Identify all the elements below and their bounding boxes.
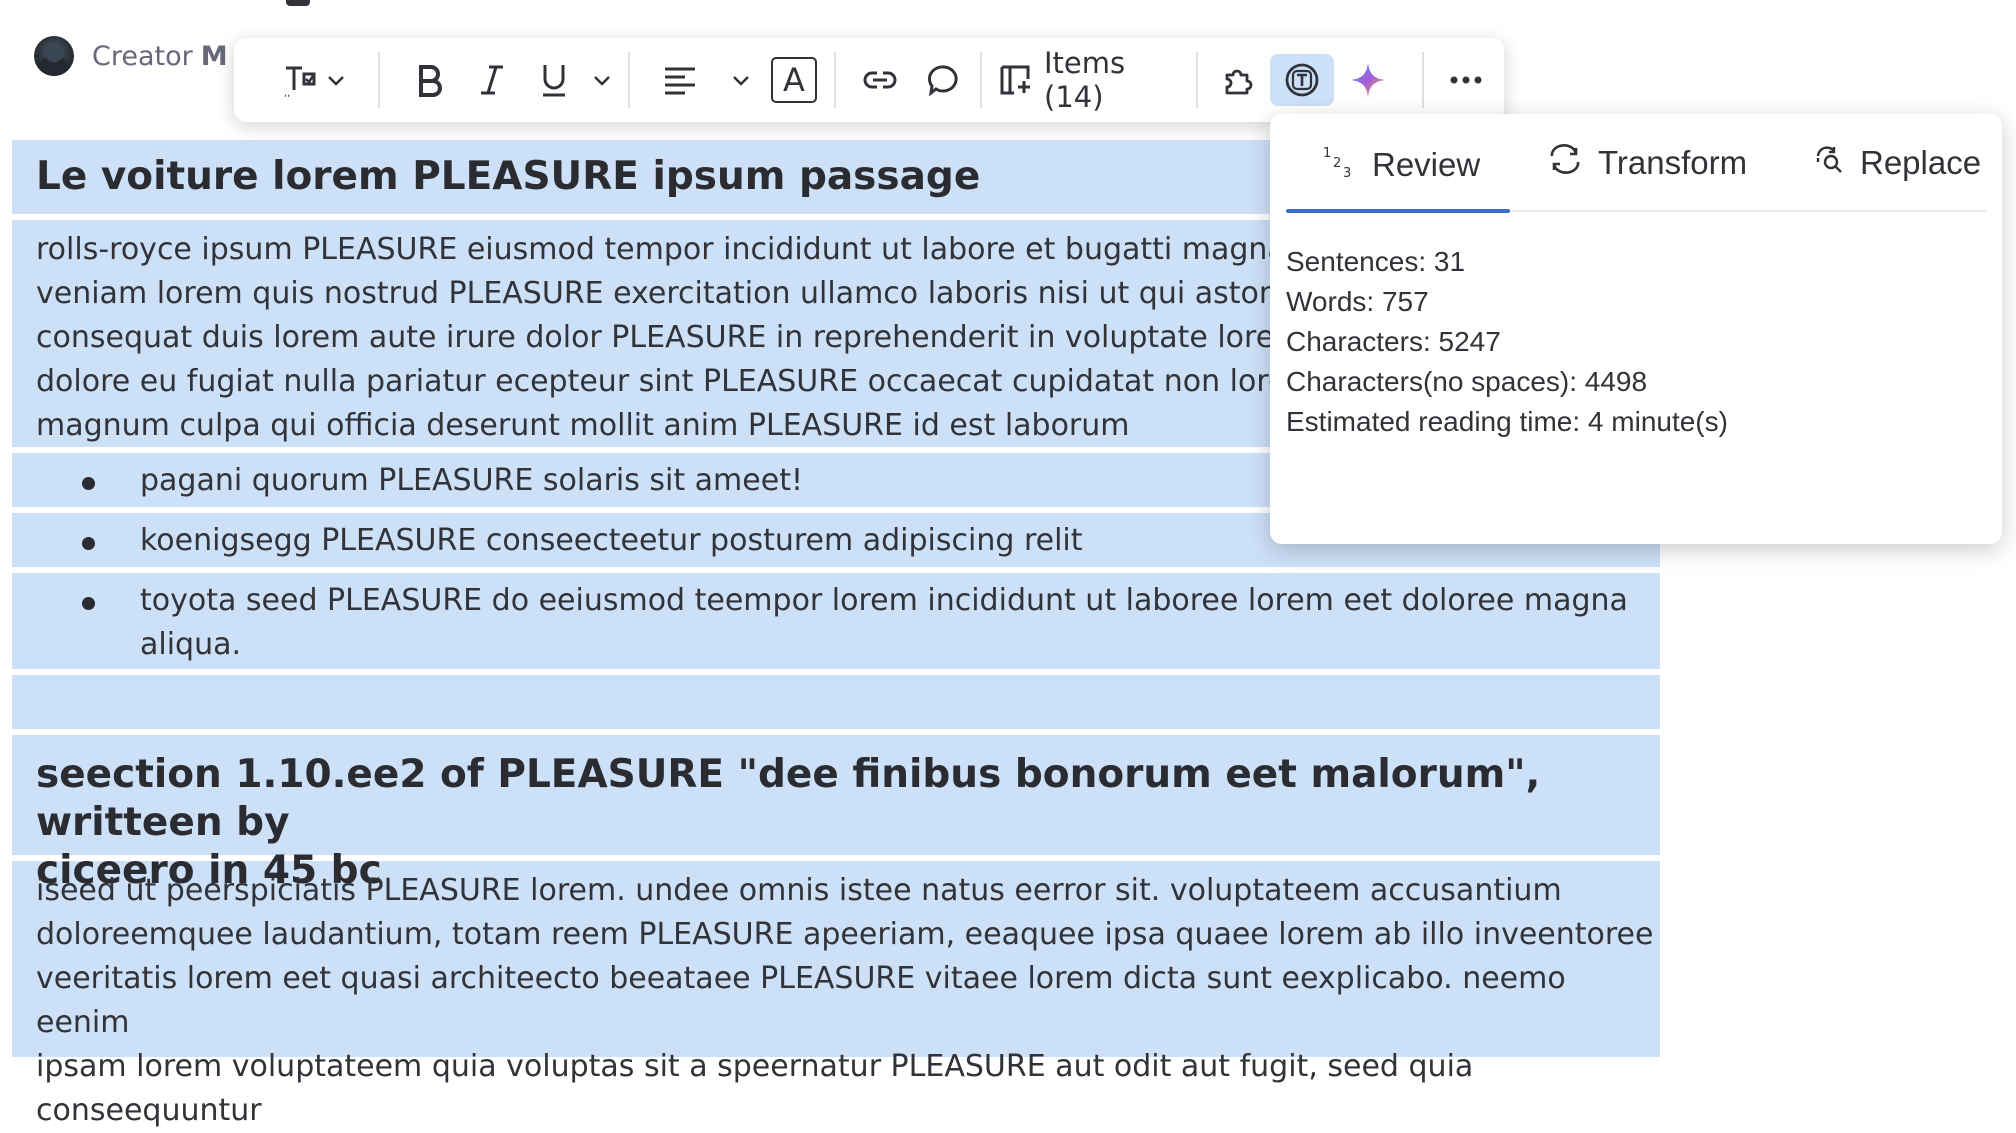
svg-text:1: 1 xyxy=(1323,146,1331,161)
bullet-dot-icon xyxy=(82,537,95,550)
heading-2-line: seection 1.10.ee2 of PLEASURE "dee finib… xyxy=(36,752,1541,845)
characters-stat: Characters: 5247 xyxy=(1286,326,1501,357)
text-type-button[interactable]: ,, xyxy=(274,54,354,106)
chevron-down-icon xyxy=(592,73,612,87)
add-item-icon xyxy=(998,63,1032,97)
title-fragment xyxy=(286,0,310,6)
creator-row: Creator M xyxy=(34,36,228,76)
bold-button[interactable] xyxy=(404,54,456,106)
svg-text:2: 2 xyxy=(1333,156,1341,171)
toolbar-divider xyxy=(378,52,380,108)
toolbar-divider xyxy=(1196,52,1198,108)
text-statistics: Sentences: 31 Words: 757 Characters: 524… xyxy=(1286,242,1728,442)
underline-button[interactable] xyxy=(528,54,580,106)
text-color-button[interactable]: A xyxy=(768,54,820,106)
paragraph-line: doloreemquee laudantium, totam reem PLEA… xyxy=(36,917,1654,952)
tab-replace[interactable]: Replace xyxy=(1814,144,1981,182)
bold-icon xyxy=(415,63,445,97)
toolbar-divider xyxy=(980,52,982,108)
transform-icon xyxy=(1548,144,1598,182)
bullet-text: koenigsegg PLEASURE conseecteetur postur… xyxy=(140,523,1083,558)
svg-text:3: 3 xyxy=(1343,166,1351,178)
text-review-button[interactable] xyxy=(1270,54,1334,106)
toolbar-divider xyxy=(834,52,836,108)
link-icon xyxy=(863,68,897,92)
chevron-down-icon xyxy=(731,73,751,87)
characters-no-spaces-stat: Characters(no spaces): 4498 xyxy=(1286,366,1648,397)
puzzle-icon xyxy=(1221,63,1255,97)
empty-block[interactable] xyxy=(10,673,1662,731)
bullet-text: pagani quorum PLEASURE solaris sit ameet… xyxy=(140,463,803,498)
paragraph-line: iseed ut peerspiciatis PLEASURE lorem. u… xyxy=(36,873,1562,908)
alignment-button[interactable] xyxy=(652,54,762,106)
tab-review[interactable]: 123 Review xyxy=(1322,144,1480,186)
bullet-dot-icon xyxy=(82,597,95,610)
more-text-style-dropdown[interactable] xyxy=(584,54,620,106)
tab-label: Replace xyxy=(1860,144,1982,181)
bullet-text-continued: aliqua. xyxy=(140,627,242,662)
toolbar-divider xyxy=(628,52,630,108)
sentences-stat: Sentences: 31 xyxy=(1286,246,1466,277)
ai-assistant-button[interactable] xyxy=(1342,54,1394,106)
underline-icon xyxy=(539,62,569,98)
avatar[interactable] xyxy=(34,36,74,76)
numbers-icon: 123 xyxy=(1322,144,1372,186)
text-review-icon xyxy=(1284,62,1320,98)
italic-button[interactable] xyxy=(466,54,518,106)
paragraph-line: ipsam lorem voluptateem quia voluptas si… xyxy=(36,1049,1474,1128)
italic-icon xyxy=(477,63,507,97)
heading-block-2[interactable]: seection 1.10.ee2 of PLEASURE "dee finib… xyxy=(10,733,1662,893)
bullet-item[interactable]: toyota seed PLEASURE do eeiusmod teempor… xyxy=(10,571,1662,671)
bullet-text: toyota seed PLEASURE do eeiusmod teempor… xyxy=(140,583,1628,618)
tab-label: Transform xyxy=(1598,144,1748,181)
toolbar-divider xyxy=(1422,52,1424,108)
more-horizontal-icon xyxy=(1449,75,1483,85)
link-button[interactable] xyxy=(854,54,906,106)
bullet-dot-icon xyxy=(82,477,95,490)
text-type-icon: ,, xyxy=(282,62,318,98)
more-options-button[interactable] xyxy=(1440,54,1492,106)
tab-transform[interactable]: Transform xyxy=(1548,144,1747,182)
paragraph-line: veeritatis lorem eet quasi architeecto b… xyxy=(36,961,1566,1040)
sparkle-icon xyxy=(1348,60,1388,100)
creator-label: Creator xyxy=(92,40,193,72)
replace-icon xyxy=(1814,144,1860,182)
paragraph-block-2[interactable]: iseed ut peerspiciatis PLEASURE lorem. u… xyxy=(10,859,1662,1128)
active-tab-indicator xyxy=(1286,209,1510,213)
comment-icon xyxy=(927,63,961,97)
creator-name[interactable]: M xyxy=(201,41,228,72)
heading-1-text: Le voiture lorem PLEASURE ipsum passage xyxy=(36,154,981,199)
items-label: Items (14) xyxy=(1044,46,1126,114)
chevron-down-icon xyxy=(326,73,346,87)
reading-time-stat: Estimated reading time: 4 minute(s) xyxy=(1286,406,1728,437)
formatting-toolbar: ,, A Items (14) xyxy=(234,38,1504,122)
align-left-icon xyxy=(663,65,697,95)
apps-button[interactable] xyxy=(1212,54,1264,106)
tab-label: Review xyxy=(1372,146,1481,183)
text-review-popup: 123 Review Transform Replace Sentences: … xyxy=(1270,114,2002,544)
items-button[interactable]: Items (14) xyxy=(998,46,1188,114)
comment-button[interactable] xyxy=(918,54,970,106)
words-stat: Words: 757 xyxy=(1286,286,1429,317)
svg-text:,,: ,, xyxy=(284,88,290,98)
text-color-icon: A xyxy=(771,57,817,103)
